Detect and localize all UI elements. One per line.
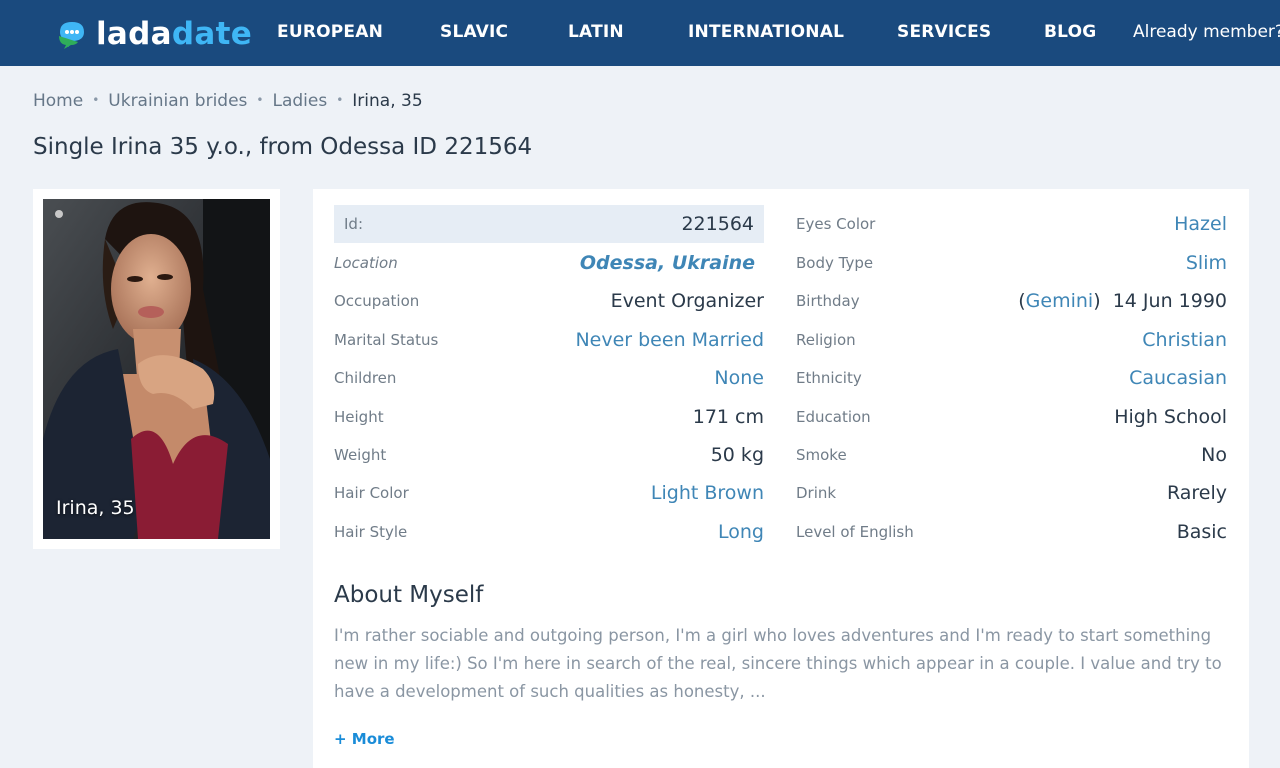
detail-row-hair-color: Hair Color Light Brown <box>334 474 764 512</box>
detail-label: Smoke <box>796 446 847 464</box>
detail-row-hair-style: Hair Style Long <box>334 513 764 551</box>
nav-latin[interactable]: LATIN <box>568 22 624 42</box>
detail-row-birthday: Birthday (Gemini) 14 Jun 1990 <box>796 282 1227 320</box>
detail-label: Hair Style <box>334 523 408 541</box>
detail-value: Event Organizer <box>610 290 764 312</box>
ethnicity-link[interactable]: Caucasian <box>1129 367 1227 389</box>
detail-label: Hair Color <box>334 484 409 502</box>
birthday-date: 14 Jun 1990 <box>1112 290 1227 312</box>
logo-text: ladadate <box>96 16 252 52</box>
breadcrumb-separator: • <box>92 93 100 107</box>
detail-value: Rarely <box>1166 482 1227 504</box>
top-navigation-bar: ladadate EUROPEAN SLAVIC LATIN INTERNATI… <box>0 0 1280 66</box>
profile-photo-card: Irina, 35 <box>33 189 280 549</box>
religion-link[interactable]: Christian <box>1142 329 1227 351</box>
detail-value: Basic <box>1176 521 1227 543</box>
detail-value: No <box>1201 444 1227 466</box>
online-status-indicator <box>55 210 63 218</box>
about-heading: About Myself <box>334 582 484 608</box>
detail-label: Level of English <box>796 523 914 541</box>
page-title: Single Irina 35 y.o., from Odessa ID 221… <box>33 134 533 160</box>
breadcrumb-current: Irina, 35 <box>352 91 423 111</box>
detail-row-english-level: Level of English Basic <box>796 513 1227 551</box>
hair-color-link[interactable]: Light Brown <box>651 482 764 504</box>
detail-row-height: Height 171 cm <box>334 398 764 436</box>
marital-status-link[interactable]: Never been Married <box>575 329 764 351</box>
site-logo[interactable]: ladadate <box>56 14 252 54</box>
breadcrumb-separator: • <box>256 93 264 107</box>
detail-label: Religion <box>796 331 856 349</box>
detail-row-weight: Weight 50 kg <box>334 436 764 474</box>
nav-blog[interactable]: BLOG <box>1044 22 1096 42</box>
detail-label: Location <box>334 254 398 272</box>
detail-row-eyes-color: Eyes Color Hazel <box>796 205 1227 243</box>
detail-row-children: Children None <box>334 359 764 397</box>
detail-row-drink: Drink Rarely <box>796 474 1227 512</box>
chat-bubble-icon <box>56 18 88 50</box>
profile-details-card: Id: 221564 Location Odessa, Ukraine Occu… <box>313 189 1249 768</box>
detail-label: Eyes Color <box>796 215 876 233</box>
breadcrumb-separator: • <box>336 93 344 107</box>
detail-row-body-type: Body Type Slim <box>796 244 1227 282</box>
detail-label: Birthday <box>796 292 860 310</box>
detail-value: 50 kg <box>710 444 764 466</box>
zodiac-link[interactable]: Gemini <box>1026 290 1094 312</box>
photo-caption: Irina, 35 <box>56 497 135 519</box>
detail-row-education: Education High School <box>796 398 1227 436</box>
already-member-link[interactable]: Already member? <box>1133 22 1280 42</box>
breadcrumb-ukrainian-brides[interactable]: Ukrainian brides <box>108 91 247 111</box>
detail-label: Occupation <box>334 292 420 310</box>
eyes-color-link[interactable]: Hazel <box>1174 213 1227 235</box>
breadcrumb-home[interactable]: Home <box>33 91 83 111</box>
detail-row-smoke: Smoke No <box>796 436 1227 474</box>
breadcrumb: Home • Ukrainian brides • Ladies • Irina, 35 <box>33 91 423 111</box>
detail-label: Drink <box>796 484 837 502</box>
logo-text-part2: date <box>171 16 253 52</box>
detail-label: Ethnicity <box>796 369 862 387</box>
detail-value: 221564 <box>681 213 754 235</box>
detail-row-ethnicity: Ethnicity Caucasian <box>796 359 1227 397</box>
nav-slavic[interactable]: SLAVIC <box>440 22 508 42</box>
logo-text-part1: lada <box>96 16 172 52</box>
detail-label: Body Type <box>796 254 874 272</box>
body-type-link[interactable]: Slim <box>1186 252 1227 274</box>
detail-label: Weight <box>334 446 387 464</box>
detail-row-marital-status: Marital Status Never been Married <box>334 321 764 359</box>
detail-label: Height <box>334 408 384 426</box>
nav-european[interactable]: EUROPEAN <box>277 22 383 42</box>
profile-photo[interactable]: Irina, 35 <box>43 199 270 539</box>
detail-row-id: Id: 221564 <box>334 205 764 243</box>
detail-label: Education <box>796 408 871 426</box>
detail-row-location: Location Odessa, Ukraine <box>334 244 764 282</box>
birthday-value: (Gemini) 14 Jun 1990 <box>1018 290 1227 312</box>
detail-label: Marital Status <box>334 331 439 349</box>
detail-value: 171 cm <box>692 406 764 428</box>
nav-services[interactable]: SERVICES <box>897 22 991 42</box>
children-link[interactable]: None <box>714 367 764 389</box>
location-link[interactable]: Odessa, Ukraine <box>580 252 755 274</box>
detail-row-occupation: Occupation Event Organizer <box>334 282 764 320</box>
detail-row-religion: Religion Christian <box>796 321 1227 359</box>
breadcrumb-ladies[interactable]: Ladies <box>272 91 327 111</box>
hair-style-link[interactable]: Long <box>718 521 764 543</box>
detail-label: Children <box>334 369 397 387</box>
detail-label: Id: <box>344 215 363 233</box>
nav-international[interactable]: INTERNATIONAL <box>688 22 844 42</box>
detail-value: High School <box>1114 406 1227 428</box>
about-text: I'm rather sociable and outgoing person,… <box>334 626 1222 701</box>
more-link[interactable]: + More <box>334 730 395 748</box>
